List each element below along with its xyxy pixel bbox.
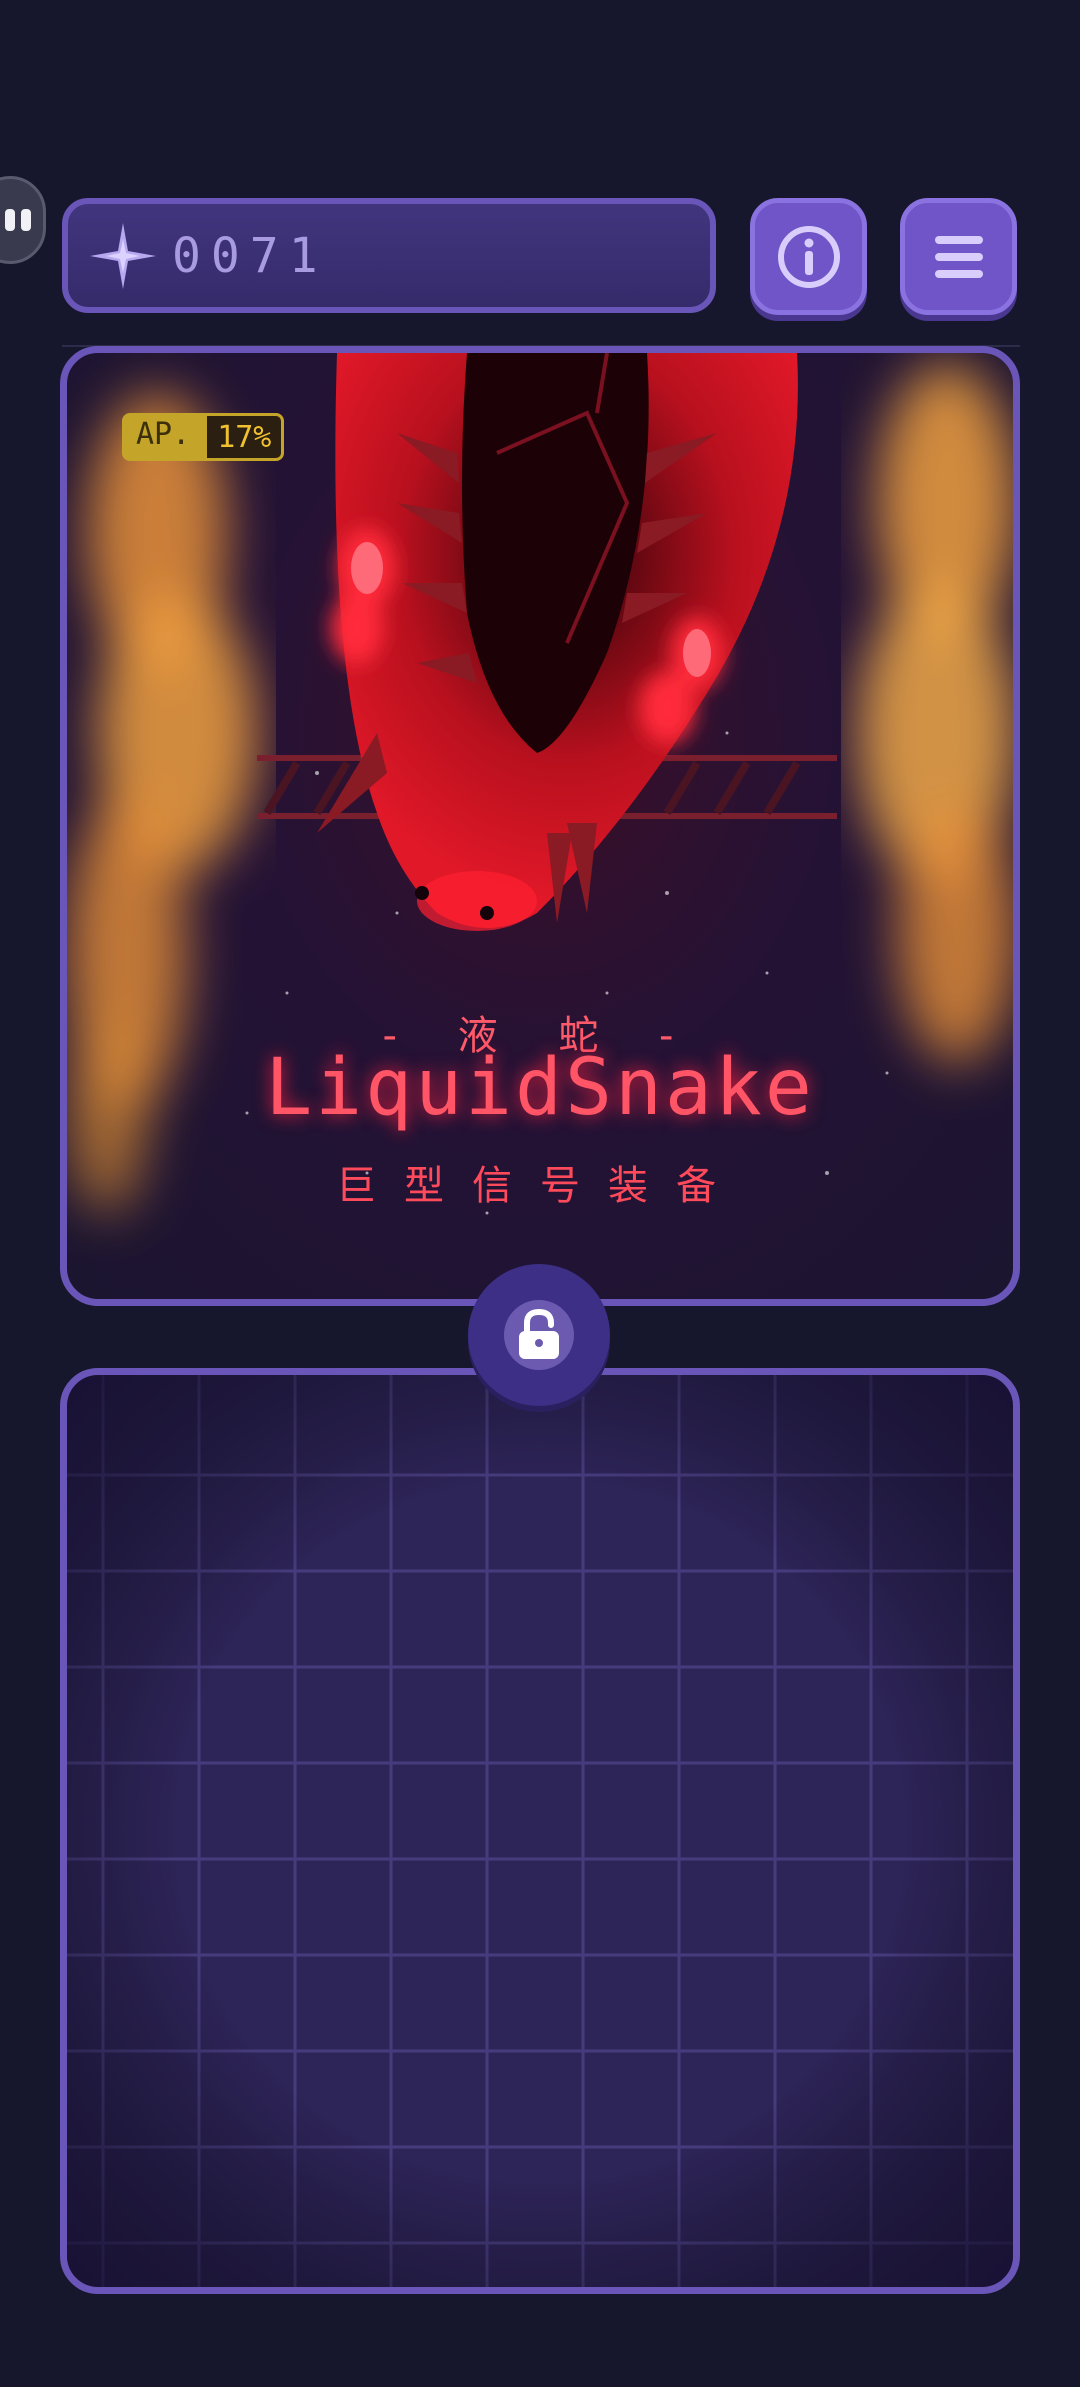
unlocked-padlock-icon [519,1309,559,1359]
menu-button[interactable] [900,198,1017,315]
hamburger-menu-icon [934,235,983,278]
score-value: 0071 [172,227,328,284]
compass-star-icon [90,222,156,289]
bubble-eye-icon [21,209,31,231]
lock-button[interactable] [468,1264,610,1406]
info-button[interactable] [750,198,867,315]
ap-value: 17% [204,413,285,461]
game-title: LiquidSnake [265,1043,815,1133]
liquid-snake-art-panel: AP. 17% - 液 蛇 - LiquidSnake 巨型信号装备 [60,346,1020,1306]
score-bar: 0071 [62,198,716,313]
empty-grid [67,1375,1013,2287]
game-grid-panel[interactable] [60,1368,1020,2294]
ap-label: AP. [122,413,205,461]
fire-right [857,363,1013,1063]
bubble-eye-icon [5,209,15,231]
info-icon [777,225,840,288]
snake-head [317,353,798,931]
cn-subtitle: 巨型信号装备 [336,1163,744,1209]
floating-assistant-bubble[interactable] [0,176,46,264]
ap-badge: AP. 17% [122,413,285,461]
